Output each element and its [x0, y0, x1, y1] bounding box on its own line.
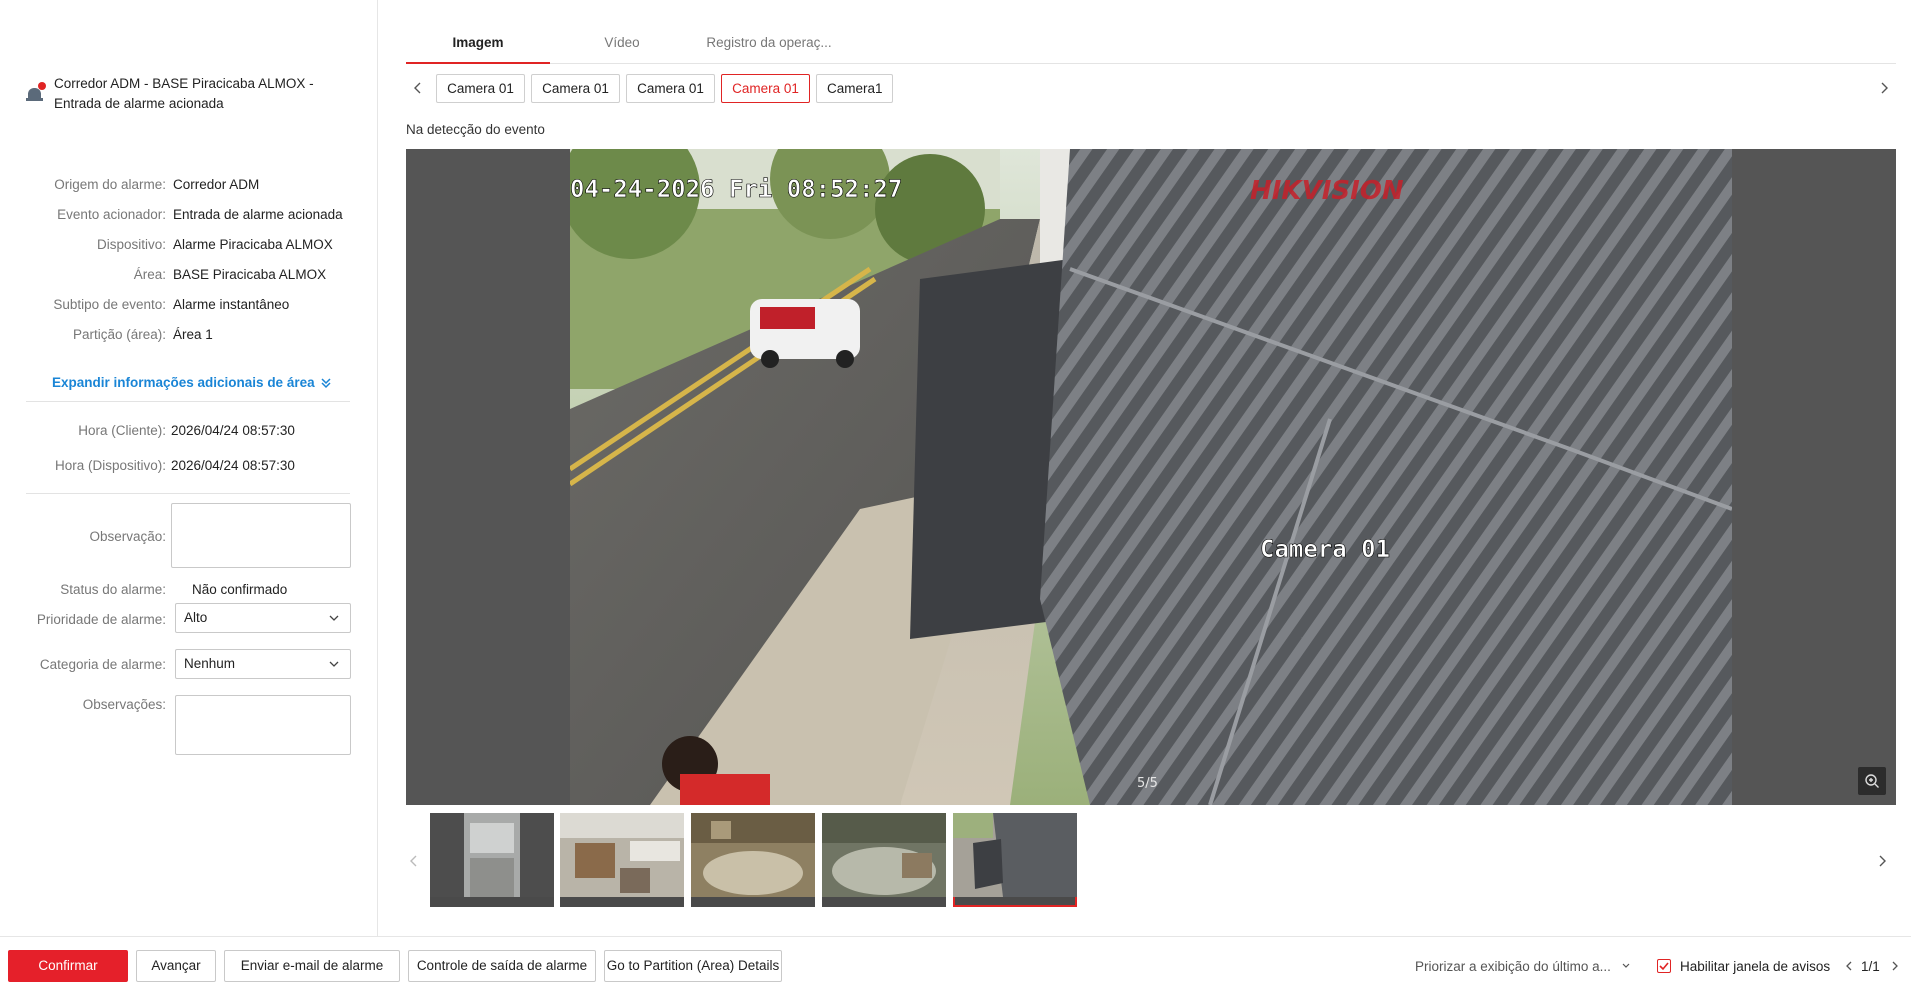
thumbnail-strip — [406, 813, 1896, 909]
tab-operation-log[interactable]: Registro da operaç... — [694, 28, 844, 64]
observation-textarea[interactable] — [171, 503, 351, 568]
zoom-in-icon[interactable] — [1858, 767, 1886, 795]
category-selected-value: Nenhum — [184, 656, 236, 671]
detail-label: Evento acionador: — [57, 207, 166, 222]
snapshot-thumbnail[interactable] — [822, 813, 946, 907]
enable-popup-checkbox[interactable] — [1657, 959, 1671, 973]
chevron-left-icon[interactable] — [410, 80, 426, 96]
priority-selected-value: Alto — [184, 610, 208, 625]
alarm-title: Corredor ADM - BASE Piracicaba ALMOX - E… — [54, 74, 314, 114]
snapshot-thumbnail[interactable] — [560, 813, 684, 907]
remarks-label: Observações: — [82, 697, 166, 712]
tab-image[interactable]: Imagem — [406, 28, 550, 64]
image-counter: 5/5 — [1137, 776, 1158, 791]
chevron-left-icon[interactable] — [406, 853, 422, 869]
camera-selector: Camera 01 Camera 01 Camera 01 Camera 01 … — [406, 74, 1896, 104]
chevron-down-icon — [1622, 963, 1630, 968]
time-label: Hora (Cliente): — [78, 423, 166, 438]
time-label: Hora (Dispositivo): — [54, 458, 166, 473]
checkmark-icon — [1659, 962, 1669, 971]
detail-value: Entrada de alarme acionada — [173, 207, 343, 222]
chevron-left-icon[interactable] — [1843, 960, 1855, 972]
image-viewer[interactable]: 04-24-2026 Fri 08:52:27 HIKVISION Camera… — [406, 149, 1896, 805]
remarks-textarea[interactable] — [175, 695, 351, 755]
time-client: Hora (Cliente): 2026/04/24 08:57:30 — [0, 421, 378, 441]
observation-label: Observação: — [89, 529, 166, 544]
snapshot-thumbnail[interactable] — [691, 813, 815, 907]
detail-value: Corredor ADM — [173, 177, 260, 192]
category-label: Categoria de alarme: — [39, 657, 166, 672]
alarm-title-line1: Corredor ADM - BASE Piracicaba ALMOX - — [54, 76, 314, 91]
enable-popup-label: Habilitar janela de avisos — [1680, 959, 1831, 974]
detail-label: Dispositivo: — [96, 237, 166, 252]
prioritize-latest-dropdown[interactable]: Priorizar a exibição do último a... — [1415, 959, 1631, 974]
expand-area-info-label: Expandir informações adicionais de área — [52, 375, 315, 390]
osd-brand-watermark: HIKVISION — [1250, 176, 1404, 206]
chevron-down-icon — [329, 615, 339, 621]
alarm-details-panel: Corredor ADM - BASE Piracicaba ALMOX - E… — [0, 0, 378, 936]
detail-value: Alarme Piracicaba ALMOX — [173, 237, 333, 252]
detail-value: Alarme instantâneo — [173, 297, 290, 312]
osd-datetime: 04-24-2026 Fri 08:52:27 — [570, 175, 902, 203]
advance-button[interactable]: Avançar — [136, 950, 216, 982]
detail-event-subtype: Subtipo de evento: Alarme instantâneo — [0, 295, 378, 315]
chevron-right-icon[interactable] — [1889, 960, 1901, 972]
detail-value: BASE Piracicaba ALMOX — [173, 267, 327, 282]
chevron-right-icon[interactable] — [1876, 80, 1892, 96]
detail-value: Área 1 — [173, 327, 213, 342]
alarm-output-control-button[interactable]: Controle de saída de alarme — [408, 950, 596, 982]
time-value: 2026/04/24 08:57:30 — [171, 423, 295, 438]
priority-select[interactable]: Alto — [175, 603, 351, 633]
osd-camera-name: Camera 01 — [1260, 535, 1390, 563]
chevron-down-icon — [329, 661, 339, 667]
pager-label: 1/1 — [1861, 959, 1880, 974]
expand-area-info-link[interactable]: Expandir informações adicionais de área — [52, 375, 333, 390]
alarm-status-row: Status do alarme: Não confirmado — [0, 580, 378, 600]
detail-partition: Partição (área): Área 1 — [0, 325, 378, 345]
detail-label: Origem do alarme: — [54, 177, 166, 192]
double-chevron-down-icon — [321, 377, 331, 388]
camera-button[interactable]: Camera 01 — [531, 74, 620, 103]
detail-origin: Origem do alarme: Corredor ADM — [0, 175, 378, 195]
action-bar: Confirmar Avançar Enviar e-mail de alarm… — [0, 936, 1911, 991]
partition-details-button[interactable]: Go to Partition (Area) Details — [604, 950, 782, 982]
category-select[interactable]: Nenhum — [175, 649, 351, 679]
detail-label: Área: — [133, 267, 166, 282]
tab-video[interactable]: Vídeo — [550, 28, 694, 64]
divider — [26, 493, 350, 494]
snapshot-thumbnail[interactable] — [430, 813, 554, 907]
event-capture-label: Na detecção do evento — [406, 122, 545, 137]
status-value: Não confirmado — [192, 582, 288, 597]
camera-button-selected[interactable]: Camera 01 — [721, 74, 810, 103]
time-value: 2026/04/24 08:57:30 — [171, 458, 295, 473]
prioritize-label: Priorizar a exibição do último a... — [1415, 959, 1611, 974]
alarm-header: Corredor ADM - BASE Piracicaba ALMOX - E… — [26, 74, 346, 114]
divider — [26, 401, 350, 402]
snapshot-thumbnail-selected[interactable] — [953, 813, 1077, 907]
status-label: Status do alarme: — [60, 582, 166, 597]
snapshot-image: 04-24-2026 Fri 08:52:27 HIKVISION Camera… — [570, 149, 1732, 805]
content-tabs: Imagem Vídeo Registro da operaç... — [406, 28, 1896, 64]
camera-button[interactable]: Camera1 — [816, 74, 893, 103]
detail-trigger-event: Evento acionador: Entrada de alarme acion… — [0, 205, 378, 225]
detail-label: Partição (área): — [72, 327, 166, 342]
camera-button[interactable]: Camera 01 — [436, 74, 525, 103]
detail-area: Área: BASE Piracicaba ALMOX — [0, 265, 378, 285]
time-device: Hora (Dispositivo): 2026/04/24 08:57:30 — [0, 456, 378, 476]
alarm-title-line2: Entrada de alarme acionada — [54, 96, 224, 111]
detail-device: Dispositivo: Alarme Piracicaba ALMOX — [0, 235, 378, 255]
chevron-right-icon[interactable] — [1874, 853, 1890, 869]
confirm-button[interactable]: Confirmar — [8, 950, 128, 982]
send-alarm-email-button[interactable]: Enviar e-mail de alarme — [224, 950, 400, 982]
camera-snapshot: 04-24-2026 Fri 08:52:27 HIKVISION Camera… — [570, 149, 1732, 805]
priority-label: Prioridade de alarme: — [36, 612, 166, 627]
alarm-bell-icon — [26, 82, 46, 102]
detail-label: Subtipo de evento: — [53, 297, 166, 312]
camera-button[interactable]: Camera 01 — [626, 74, 715, 103]
